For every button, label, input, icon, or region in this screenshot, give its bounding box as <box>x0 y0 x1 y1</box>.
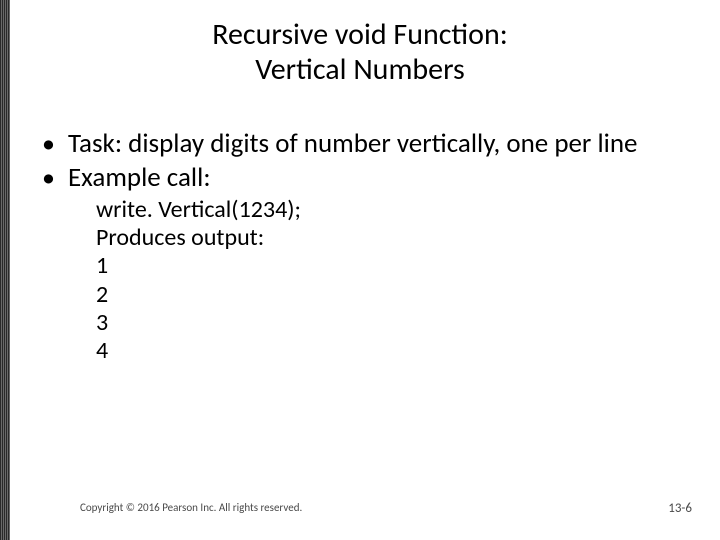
bullet-text: Task: display digits of number verticall… <box>68 127 637 160</box>
example-output-line: 3 <box>96 309 680 337</box>
bullet-text: Example call: <box>68 161 211 194</box>
example-output-line: 2 <box>96 281 680 309</box>
example-produces: Produces output: <box>96 224 680 252</box>
slide-title: Recursive void Function: Vertical Number… <box>0 18 720 87</box>
example-block: write. Vertical(1234); Produces output: … <box>96 196 680 366</box>
footer-copyright: Copyright © 2016 Pearson Inc. All rights… <box>80 501 302 514</box>
bullet-list: Task: display digits of number verticall… <box>40 128 680 194</box>
bullet-item: Example call: <box>40 162 680 194</box>
example-output-line: 1 <box>96 252 680 280</box>
example-output-line: 4 <box>96 337 680 365</box>
title-line-2: Vertical Numbers <box>0 53 720 88</box>
slide: Recursive void Function: Vertical Number… <box>0 0 720 540</box>
example-code: write. Vertical(1234); <box>96 196 680 224</box>
slide-body: Task: display digits of number verticall… <box>40 128 680 366</box>
footer-page-number: 13-6 <box>668 501 692 516</box>
bullet-item: Task: display digits of number verticall… <box>40 128 680 160</box>
title-line-1: Recursive void Function: <box>0 18 720 53</box>
